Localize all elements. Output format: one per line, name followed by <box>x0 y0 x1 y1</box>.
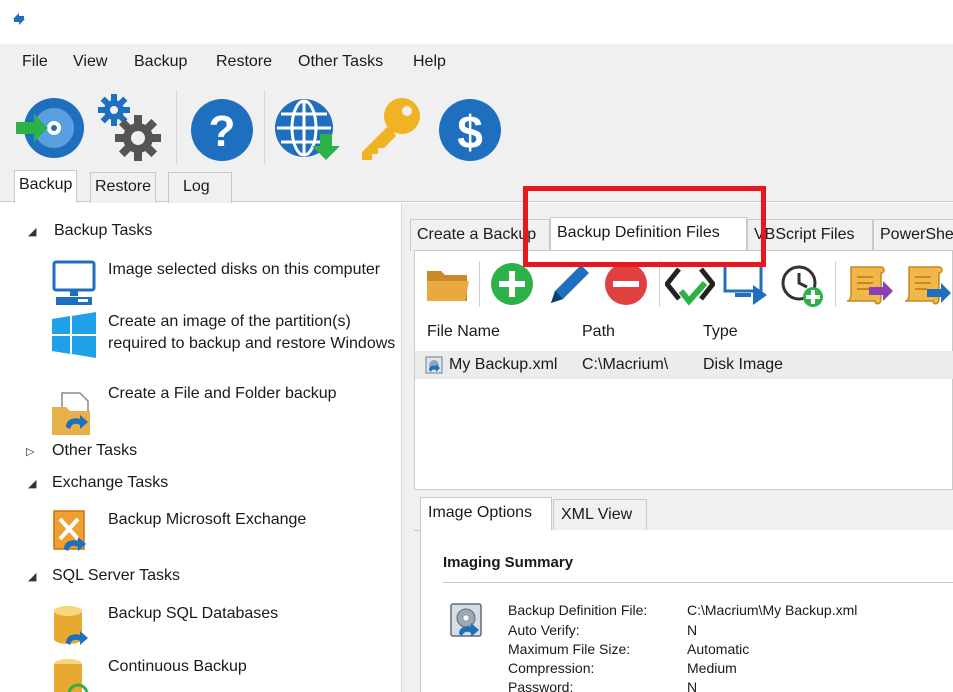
disk-image-file-icon <box>425 356 443 374</box>
windows-logo-icon <box>52 312 96 358</box>
menu-view[interactable]: View <box>73 53 107 71</box>
task-backup-exchange[interactable]: Backup Microsoft Exchange <box>50 509 390 557</box>
column-path[interactable]: Path <box>582 323 615 341</box>
cell-type: Disk Image <box>703 356 784 373</box>
value-backup-definition-file: C:\Macrium\My Backup.xml <box>687 602 858 618</box>
menu-backup[interactable]: Backup <box>134 53 187 71</box>
group-label: SQL Server Tasks <box>52 567 181 584</box>
tab-log[interactable]: Log <box>168 172 232 203</box>
monitor-run-icon[interactable] <box>721 259 771 309</box>
expanded-caret-icon: ◢ <box>28 571 37 583</box>
menu-restore[interactable]: Restore <box>216 53 272 71</box>
schedule-add-icon[interactable] <box>777 259 827 309</box>
tab-xml-view[interactable]: XML View <box>553 499 647 531</box>
task-label: Create a File and Folder backup <box>108 385 337 402</box>
summary-title: Imaging Summary <box>443 554 574 571</box>
column-type[interactable]: Type <box>703 323 738 341</box>
label-password: Password: <box>508 679 574 692</box>
value-max-file-size: Automatic <box>687 641 750 657</box>
key-icon[interactable] <box>354 92 426 164</box>
edit-pencil-icon[interactable] <box>543 259 593 309</box>
app-logo-icon <box>13 13 25 25</box>
dollar-icon[interactable]: $ <box>434 92 506 164</box>
group-backup-tasks[interactable]: ◢ Backup Tasks <box>28 222 152 240</box>
help-icon[interactable]: ? <box>186 92 258 164</box>
settings-gears-icon[interactable] <box>94 92 166 164</box>
menu-help[interactable]: Help <box>413 53 446 71</box>
add-icon[interactable] <box>487 259 537 309</box>
menu-other-tasks[interactable]: Other Tasks <box>298 53 383 71</box>
disk-backup-icon[interactable] <box>12 92 84 164</box>
disk-image-icon <box>450 603 482 637</box>
collapsed-caret-icon: ▷ <box>26 446 35 458</box>
tab-create-a-backup[interactable]: Create a Backup <box>410 219 550 251</box>
sub-tab-strip: Create a Backup Backup Definition Files … <box>410 215 953 252</box>
tab-backup-definition-files[interactable]: Backup Definition Files <box>550 217 747 252</box>
tab-vbscript-files[interactable]: VBScript Files <box>747 219 873 251</box>
group-label: Backup Tasks <box>54 222 153 239</box>
group-other-tasks[interactable]: ▷ Other Tasks <box>26 442 137 460</box>
value-password: N <box>687 679 698 692</box>
script-ps-icon[interactable] <box>901 259 951 309</box>
divider <box>443 582 953 583</box>
imaging-summary: Imaging Summary Backup Definition File: … <box>420 530 953 692</box>
table-row[interactable]: My Backup.xml C:\Macrium\ Disk Image <box>415 351 953 379</box>
task-label: Continuous Backup <box>108 658 247 675</box>
tasks-pane: ◢ Backup Tasks Image selected disks on th… <box>8 203 402 692</box>
details-panel: Image Options XML View Imaging Summary B… <box>414 491 953 692</box>
main-toolbar: ? $ <box>0 84 953 170</box>
tab-image-options[interactable]: Image Options <box>420 497 552 532</box>
cell-path: C:\Macrium\ <box>582 356 669 373</box>
cell-file-name: My Backup.xml <box>449 356 558 373</box>
web-download-icon[interactable] <box>272 92 344 164</box>
label-compression: Compression: <box>508 660 595 676</box>
menu-bar: File View Backup Restore Other Tasks Hel… <box>0 44 953 84</box>
details-tab-strip: Image Options XML View <box>414 495 953 532</box>
group-label: Exchange Tasks <box>52 474 169 491</box>
menu-file[interactable]: File <box>22 53 48 71</box>
open-folder-icon[interactable] <box>423 259 473 309</box>
label-max-file-size: Maximum File Size: <box>508 641 631 657</box>
label-backup-definition-file: Backup Definition File: <box>508 602 648 618</box>
tab-restore[interactable]: Restore <box>90 172 157 203</box>
monitor-icon <box>52 260 96 305</box>
main-tab-strip: Backup Restore Log <box>0 170 953 203</box>
value-compression: Medium <box>687 660 737 676</box>
tab-powershell-files[interactable]: PowerShe <box>873 219 953 251</box>
svg-text:$: $ <box>457 106 483 158</box>
expanded-caret-icon: ◢ <box>28 226 37 238</box>
task-continuous-backup[interactable]: Continuous Backup <box>50 656 390 692</box>
remove-icon[interactable] <box>601 259 651 309</box>
svg-text:?: ? <box>209 107 236 156</box>
task-backup-sql[interactable]: Backup SQL Databases <box>50 603 390 651</box>
column-file-name[interactable]: File Name <box>427 323 500 341</box>
xml-check-icon[interactable] <box>665 259 715 309</box>
task-label: Backup Microsoft Exchange <box>108 511 307 528</box>
definition-files-list: File Name Path Type My Backup.xml C:\Mac… <box>414 250 953 490</box>
title-bar <box>0 0 953 42</box>
tab-backup[interactable]: Backup <box>14 170 78 203</box>
definitions-pane: Create a Backup Backup Definition Files … <box>402 203 953 692</box>
expanded-caret-icon: ◢ <box>28 478 37 490</box>
group-sql-tasks[interactable]: ◢ SQL Server Tasks <box>28 567 180 585</box>
label-auto-verify: Auto Verify: <box>508 622 580 638</box>
exchange-backup-icon <box>53 510 86 551</box>
task-label: Image selected disks on this computer <box>108 261 381 278</box>
group-label: Other Tasks <box>52 442 138 459</box>
task-label: Create an image of the partition(s) requ… <box>108 313 396 352</box>
script-vbs-icon[interactable] <box>843 259 893 309</box>
value-auto-verify: N <box>687 622 698 638</box>
task-file-folder-backup[interactable]: Create a File and Folder backup <box>50 383 390 435</box>
task-image-disks[interactable]: Image selected disks on this computer <box>50 259 390 307</box>
task-label: Backup SQL Databases <box>108 605 279 622</box>
group-exchange-tasks[interactable]: ◢ Exchange Tasks <box>28 474 168 492</box>
folder-backup-icon <box>52 392 90 435</box>
task-image-windows[interactable]: Create an image of the partition(s) requ… <box>50 311 395 381</box>
database-backup-icon <box>54 606 88 645</box>
database-continuous-icon <box>54 659 89 692</box>
